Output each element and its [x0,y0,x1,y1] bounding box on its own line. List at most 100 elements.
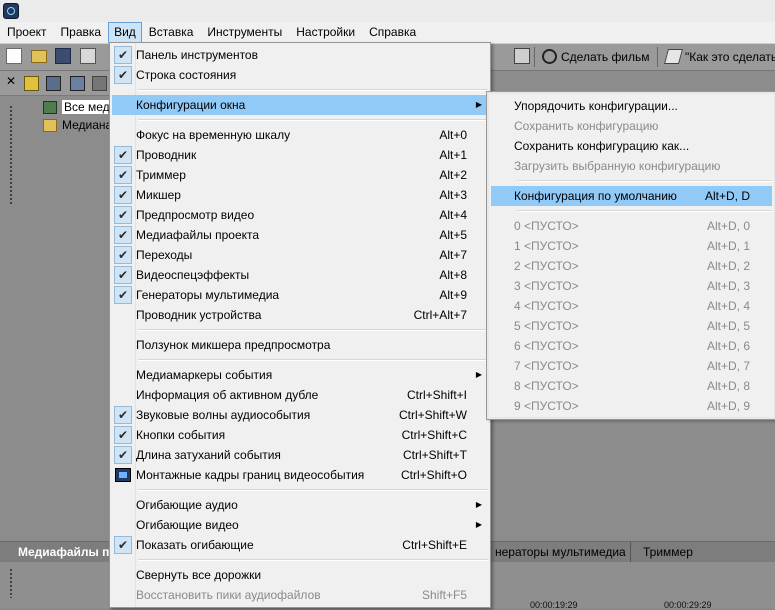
menu-item-shortcut: Alt+D, 3 [706,279,750,293]
check-icon: ✔ [114,426,132,444]
check-icon: ✔ [114,186,132,204]
menu-insert[interactable]: Вставка [142,22,201,43]
menu-item[interactable]: ✔ Видеоспецэффекты Alt+8 [112,265,488,285]
menu-item-label: Ползунок микшера предпросмотра [136,338,331,352]
menu-item-label: Конфигурации окна [136,98,246,112]
make-movie-button[interactable]: Сделать фильм [561,44,650,70]
toolbar-separator [657,47,658,67]
menu-item[interactable]: ✔ Панель инструментов [112,45,488,65]
menu-view[interactable]: Вид [108,22,142,43]
menu-item[interactable]: Огибающие аудио ▶ [112,495,488,515]
menu-item[interactable]: ✔ Звуковые волны аудиособытия Ctrl+Shift+W [112,405,488,425]
menu-item-label: Показать огибающие [136,538,254,552]
menu-item-shortcut: Alt+2 [439,168,467,182]
menu-item: 2 <ПУСТО> Alt+D, 2 [491,256,772,276]
menu-help[interactable]: Справка [362,22,423,43]
menu-item-shortcut: Ctrl+Shift+E [402,538,467,552]
menu-item[interactable]: ✔ Переходы Alt+7 [112,245,488,265]
timecode-label: 00:00:29:29 [664,600,712,610]
menu-item[interactable]: Ползунок микшера предпросмотра [112,335,488,355]
menu-item-label: Свернуть все дорожки [136,568,262,582]
menu-item-label: Фокус на временную шкалу [136,128,291,142]
menu-item[interactable]: Конфигурация по умолчанию Alt+D, D [491,186,772,206]
tree-lines [9,105,13,205]
menu-edit[interactable]: Правка [54,22,109,43]
menu-item-label: Медиамаркеры события [136,368,273,382]
menu-options[interactable]: Настройки [289,22,362,43]
menu-item: 9 <ПУСТО> Alt+D, 9 [491,396,772,416]
menu-item[interactable]: Монтажные кадры границ видеособытия Ctrl+… [112,465,488,485]
menu-item: Восстановить пики аудиофайлов Shift+F5 [112,585,488,605]
properties-icon[interactable] [80,48,96,64]
menu-item[interactable]: Медиамаркеры события ▶ [112,365,488,385]
menu-item[interactable]: ✔ Триммер Alt+2 [112,165,488,185]
menu-item[interactable]: ✔ Кнопки события Ctrl+Shift+C [112,425,488,445]
check-icon: ✔ [114,66,132,84]
menu-item-shortcut: Ctrl+Shift+T [402,448,467,462]
view-menu: ✔ Панель инструментов ✔ Строка состояния Кон… [109,42,491,608]
menu-separator [138,119,488,121]
menu-item[interactable]: ✔ Генераторы мультимедиа Alt+9 [112,285,488,305]
tree-item-media-bin[interactable]: Медиана [43,117,112,133]
menu-item[interactable]: Огибающие видео ▶ [112,515,488,535]
menu-item[interactable]: Сохранить конфигурацию как... [491,136,772,156]
make-movie-icon[interactable] [542,49,557,64]
menu-tools[interactable]: Инструменты [200,22,289,43]
menu-item-shortcut: Alt+8 [439,268,467,282]
menu-item[interactable]: Упорядочить конфигурации... [491,96,772,116]
tab-project-media[interactable]: Медиафайлы п [18,542,109,562]
remove-icon[interactable] [92,76,107,91]
import-icon[interactable] [46,76,61,91]
menu-item-shortcut: Alt+0 [439,128,467,142]
menu-item[interactable]: ✔ Предпросмотр видео Alt+4 [112,205,488,225]
menu-project[interactable]: Проект [0,22,54,43]
capture-video-icon[interactable] [70,76,85,91]
menu-item[interactable]: Свернуть все дорожки [112,565,488,585]
menu-item-label: Конфигурация по умолчанию [514,189,677,203]
menu-item-label: Переходы [136,248,193,262]
tab-trimmer[interactable]: Триммер [630,542,705,562]
capture-icon[interactable] [514,48,530,64]
lightning-icon[interactable] [24,76,39,91]
menu-item[interactable]: Конфигурации окна ▶ [112,95,488,115]
menu-item-shortcut: Alt+7 [439,248,467,262]
app-icon[interactable] [3,3,19,19]
tab-media-generators[interactable]: нераторы мультимедиа [482,542,638,562]
menu-item-shortcut: Ctrl+Shift+I [406,388,467,402]
menu-item-label: Проводник устройства [136,308,262,322]
open-folder-icon[interactable] [31,50,47,63]
menu-item-label: 0 <ПУСТО> [514,219,579,233]
check-icon: ✔ [114,406,132,424]
menu-separator [138,329,488,331]
menu-item: 4 <ПУСТО> Alt+D, 4 [491,296,772,316]
menu-item-label: 2 <ПУСТО> [514,259,579,273]
menu-item-label: Сохранить конфигурацию как... [514,139,690,153]
menu-item[interactable]: ✔ Проводник Alt+1 [112,145,488,165]
check-icon: ✔ [114,446,132,464]
menu-item[interactable]: ✔ Длина затуханий события Ctrl+Shift+T [112,445,488,465]
menu-item[interactable]: ✔ Показать огибающие Ctrl+Shift+E [112,535,488,555]
how-to-button[interactable]: "Как это сделать [685,44,775,70]
menu-item-label: Проводник [136,148,197,162]
menu-separator [138,489,488,491]
window-layouts-submenu: Упорядочить конфигурации... Сохранить кон… [486,91,775,420]
menu-item[interactable]: Проводник устройства Ctrl+Alt+7 [112,305,488,325]
menu-item-shortcut: Alt+1 [439,148,467,162]
menu-item-label: Звуковые волны аудиособытия [136,408,311,422]
tree-item-all-media[interactable]: Все меди [43,99,119,115]
explorer-panel: ✕ Все меди Медиана [0,71,119,541]
close-icon[interactable]: ✕ [6,74,16,88]
menu-item-label: Длина затуханий события [136,448,281,462]
save-icon[interactable] [55,48,71,64]
new-project-icon[interactable] [6,48,22,64]
check-icon: ✔ [114,226,132,244]
menu-item[interactable]: ✔ Строка состояния [112,65,488,85]
menu-item: 8 <ПУСТО> Alt+D, 8 [491,376,772,396]
menu-separator [517,180,772,182]
how-to-icon[interactable] [663,49,684,64]
menu-item[interactable]: Фокус на временную шкалу Alt+0 [112,125,488,145]
menu-item[interactable]: Информация об активном дубле Ctrl+Shift+I [112,385,488,405]
menu-item[interactable]: ✔ Микшер Alt+3 [112,185,488,205]
menu-item: 0 <ПУСТО> Alt+D, 0 [491,216,772,236]
menu-item[interactable]: ✔ Медиафайлы проекта Alt+5 [112,225,488,245]
